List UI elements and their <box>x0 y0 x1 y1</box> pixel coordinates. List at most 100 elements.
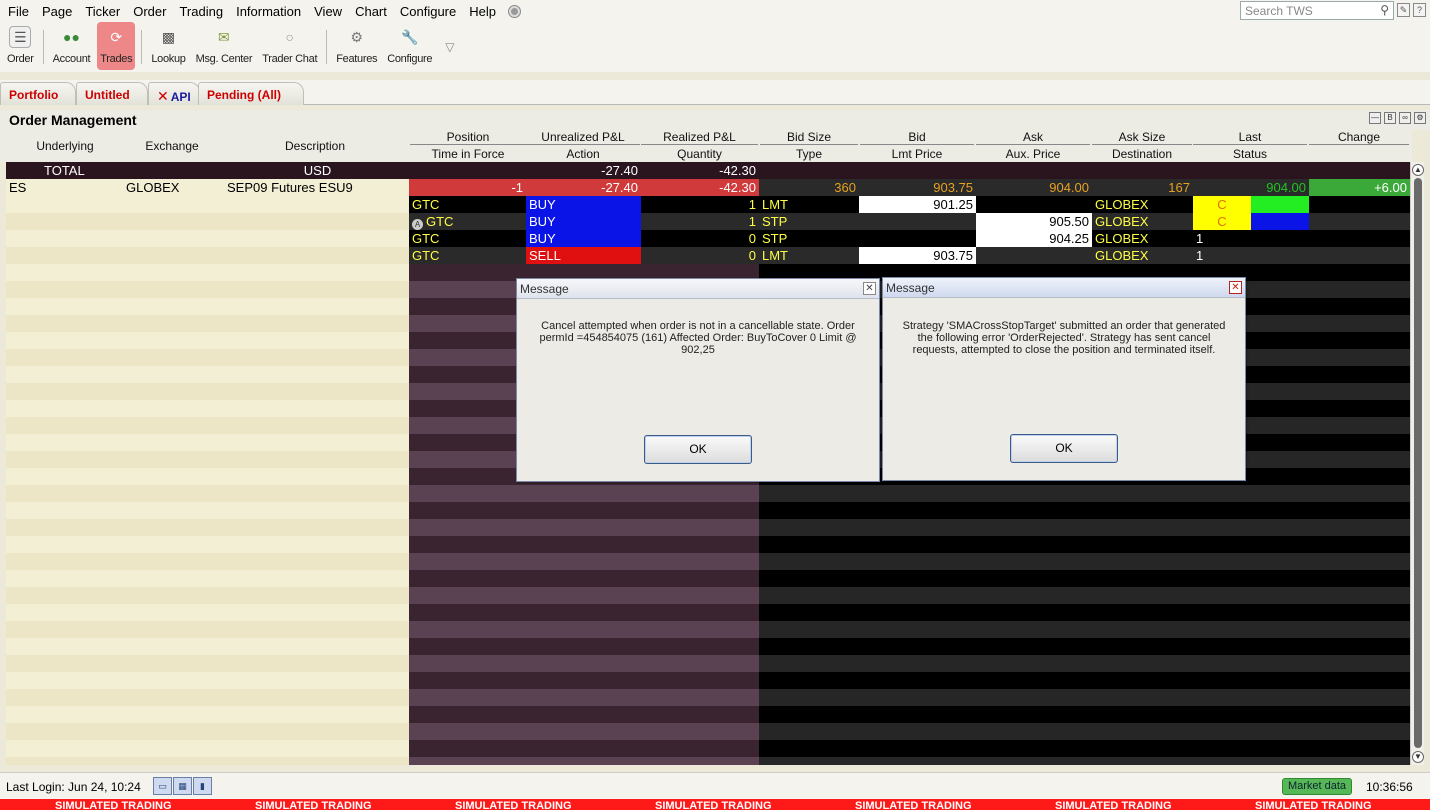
configure-icon: 🔧 <box>401 28 419 45</box>
close-icon[interactable]: ✕ <box>1229 281 1242 294</box>
type-cell[interactable]: STP <box>759 213 859 230</box>
menu-help[interactable]: Help <box>469 4 496 19</box>
help-icon[interactable]: ? <box>1413 3 1426 17</box>
lmt-price-cell[interactable] <box>859 213 976 230</box>
settings-icon[interactable]: ⚙ <box>1414 112 1426 124</box>
grid-stripe <box>759 485 1410 502</box>
aux-price-cell[interactable]: 905.50 <box>976 213 1092 230</box>
col-lmt-price[interactable]: Lmt Price <box>860 147 974 162</box>
menu-information[interactable]: Information <box>236 4 301 19</box>
tab-portfolio[interactable]: Portfolio <box>0 82 76 105</box>
search-input[interactable]: Search TWS ⚲ <box>1240 1 1394 20</box>
col-underlying[interactable]: Underlying <box>10 139 120 153</box>
destination-cell[interactable]: GLOBEX <box>1092 230 1193 247</box>
col-status[interactable]: Status <box>1193 147 1307 162</box>
toolbar-overflow-icon[interactable]: ▽ <box>445 40 454 54</box>
col-time-in-force[interactable]: Time in Force <box>410 147 526 162</box>
account-button[interactable]: ●● Account <box>50 22 94 70</box>
layout-window-icon[interactable]: ▭ <box>153 777 172 795</box>
col-exchange[interactable]: Exchange <box>122 139 222 153</box>
layout-grid-icon[interactable]: ▦ <box>173 777 192 795</box>
destination-cell[interactable]: GLOBEX <box>1092 247 1193 264</box>
quantity-cell[interactable]: 0 <box>641 247 759 264</box>
menu-configure[interactable]: Configure <box>400 4 456 19</box>
col-quantity[interactable]: Quantity <box>641 147 758 162</box>
scroll-down-icon[interactable]: ▼ <box>1412 751 1424 763</box>
record-icon[interactable] <box>509 5 520 17</box>
order-button[interactable]: ☰ Order <box>4 22 37 70</box>
vertical-scrollbar[interactable]: ▲ ▼ <box>1410 162 1424 765</box>
dialog-titlebar[interactable]: Message ✕ <box>883 278 1245 298</box>
tab-api[interactable]: ✕ API <box>148 82 200 105</box>
features-button[interactable]: ⚙ Features <box>333 22 380 70</box>
type-cell[interactable]: LMT <box>759 196 859 213</box>
total-row[interactable]: TOTAL USD -27.40 -42.30 <box>6 162 1410 179</box>
menu-file[interactable]: File <box>8 4 29 19</box>
menu-order[interactable]: Order <box>133 4 166 19</box>
menu-chart[interactable]: Chart <box>355 4 387 19</box>
notes-icon[interactable]: ✎ <box>1397 3 1410 17</box>
menu-view[interactable]: View <box>314 4 342 19</box>
col-unrealized-pnl[interactable]: Unrealized P&L <box>526 130 640 145</box>
instrument-row[interactable]: ES GLOBEX SEP09 Futures ESU9 -1 -27.40 -… <box>6 179 1410 196</box>
col-ask[interactable]: Ask <box>976 130 1090 145</box>
market-data-badge[interactable]: Market data <box>1282 778 1352 795</box>
order-row[interactable]: GTC BUY 1 LMT 901.25 GLOBEX C <box>6 196 1410 213</box>
col-position[interactable]: Position <box>410 130 526 145</box>
order-row[interactable]: GTC BUY 0 STP 904.25 GLOBEX 1 <box>6 230 1410 247</box>
aux-price-cell[interactable]: 904.25 <box>976 230 1092 247</box>
action-cell[interactable]: BUY <box>526 213 641 230</box>
action-cell[interactable]: BUY <box>526 196 641 213</box>
col-destination[interactable]: Destination <box>1092 147 1192 162</box>
close-tab-icon[interactable]: ✕ <box>157 88 169 104</box>
bold-icon[interactable]: B <box>1384 112 1396 124</box>
col-type[interactable]: Type <box>760 147 858 162</box>
col-bid-size[interactable]: Bid Size <box>760 130 858 145</box>
ok-button[interactable]: OK <box>1010 434 1118 463</box>
dialog-titlebar[interactable]: Message ✕ <box>517 279 879 299</box>
destination-cell[interactable]: GLOBEX <box>1092 196 1193 213</box>
col-description[interactable]: Description <box>222 139 408 153</box>
trader-chat-button[interactable]: ○ Trader Chat <box>259 22 320 70</box>
action-cell[interactable]: SELL <box>526 247 641 264</box>
lmt-price-cell[interactable] <box>859 230 976 247</box>
type-cell[interactable]: LMT <box>759 247 859 264</box>
lmt-price-cell[interactable]: 901.25 <box>859 196 976 213</box>
menu-page[interactable]: Page <box>42 4 72 19</box>
configure-button[interactable]: 🔧 Configure <box>384 22 435 70</box>
col-bid[interactable]: Bid <box>860 130 974 145</box>
col-change[interactable]: Change <box>1309 130 1409 145</box>
tab-untitled[interactable]: Untitled <box>76 82 148 105</box>
order-row[interactable]: A GTC BUY 1 STP 905.50 GLOBEX C <box>6 213 1410 230</box>
minimize-icon[interactable]: — <box>1369 112 1381 124</box>
order-row[interactable]: GTC SELL 0 LMT 903.75 GLOBEX 1 <box>6 247 1410 264</box>
scroll-thumb[interactable] <box>1414 178 1422 748</box>
lmt-price-cell[interactable]: 903.75 <box>859 247 976 264</box>
close-icon[interactable]: ✕ <box>863 282 876 295</box>
menu-trading[interactable]: Trading <box>179 4 223 19</box>
col-last[interactable]: Last <box>1193 130 1307 145</box>
trades-button[interactable]: ⟳ Trades <box>97 22 136 70</box>
message-center-button[interactable]: ✉ Msg. Center <box>193 22 256 70</box>
col-ask-size[interactable]: Ask Size <box>1092 130 1192 145</box>
quantity-cell[interactable]: 1 <box>641 196 759 213</box>
action-cell[interactable]: BUY <box>526 230 641 247</box>
aux-price-cell[interactable] <box>976 196 1092 213</box>
quantity-cell[interactable]: 1 <box>641 213 759 230</box>
col-action[interactable]: Action <box>526 147 640 162</box>
layout-chart-icon[interactable]: ▮ <box>193 777 212 795</box>
tab-pending-all[interactable]: Pending (All) <box>198 82 304 105</box>
lookup-button[interactable]: ▩ Lookup <box>148 22 188 70</box>
tif-cell: GTC <box>409 196 526 213</box>
destination-cell[interactable]: GLOBEX <box>1092 213 1193 230</box>
ok-button[interactable]: OK <box>644 435 752 464</box>
col-aux-price[interactable]: Aux. Price <box>976 147 1090 162</box>
quantity-cell[interactable]: 0 <box>641 230 759 247</box>
col-realized-pnl[interactable]: Realized P&L <box>641 130 758 145</box>
search-icon[interactable]: ⚲ <box>1380 3 1389 17</box>
menu-ticker[interactable]: Ticker <box>85 4 120 19</box>
link-icon[interactable]: ∞ <box>1399 112 1411 124</box>
type-cell[interactable]: STP <box>759 230 859 247</box>
aux-price-cell[interactable] <box>976 247 1092 264</box>
scroll-up-icon[interactable]: ▲ <box>1412 164 1424 176</box>
